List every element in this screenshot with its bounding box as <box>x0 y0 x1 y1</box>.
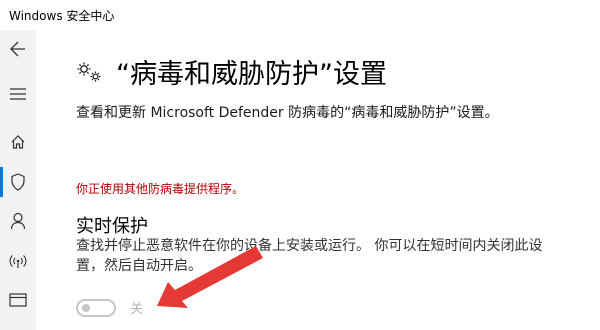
page-title: “病毒和威胁防护”设置 <box>116 59 387 90</box>
page-description: 查看和更新 Microsoft Defender 防病毒的“病毒和威胁防护”设置… <box>76 105 499 121</box>
title-bar: Windows 安全中心 <box>0 0 600 30</box>
wireless-signal-icon <box>9 255 27 268</box>
realtime-toggle-row: 关 <box>76 298 143 317</box>
main-content: “病毒和威胁防护”设置 查看和更新 Microsoft Defender 防病毒… <box>36 30 600 330</box>
toggle-knob <box>82 303 90 312</box>
sidebar-item-firewall[interactable] <box>0 246 36 276</box>
toggle-state-label: 关 <box>130 302 144 317</box>
gear-icon <box>77 62 101 81</box>
menu-button[interactable] <box>0 79 36 109</box>
realtime-protection-title: 实时保护 <box>76 216 148 237</box>
sidebar <box>0 30 36 330</box>
security-center-window: Windows 安全中心 “病毒和威胁防护”设置 查看和更新 Microsoft… <box>0 0 600 330</box>
sidebar-item-home[interactable] <box>0 127 36 157</box>
sidebar-item-virus-protection[interactable] <box>0 167 36 197</box>
app-browser-icon <box>9 293 27 307</box>
person-icon <box>10 212 26 230</box>
sidebar-item-app-browser-control[interactable] <box>0 285 36 315</box>
shield-icon <box>11 173 25 191</box>
realtime-protection-toggle[interactable] <box>76 298 116 317</box>
hamburger-menu-icon <box>10 88 26 100</box>
sidebar-item-account[interactable] <box>0 206 36 236</box>
back-arrow-icon <box>10 41 25 57</box>
realtime-protection-description: 查找并停止恶意软件在你的设备上安装或运行。 你可以在短时间内关闭此设置，然后自动… <box>76 238 543 274</box>
back-button[interactable] <box>0 34 36 64</box>
provider-warning: 你正使用其他防病毒提供程序。 <box>76 182 245 196</box>
home-icon <box>11 135 25 149</box>
page-heading: “病毒和威胁防护”设置 <box>76 52 387 91</box>
window-title: Windows 安全中心 <box>9 9 115 23</box>
